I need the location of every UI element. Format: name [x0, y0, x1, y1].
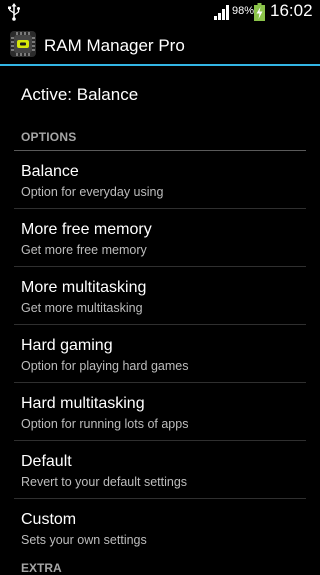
option-item-more-free-memory[interactable]: More free memory Get more free memory	[0, 209, 320, 267]
option-title: Balance	[21, 163, 79, 180]
options-section-header: OPTIONS	[21, 130, 77, 144]
option-title: Hard gaming	[21, 337, 113, 354]
option-subtitle: Get more free memory	[21, 243, 147, 257]
options-list: Balance Option for everyday using More f…	[0, 151, 320, 557]
option-title: More free memory	[21, 221, 152, 238]
option-subtitle: Revert to your default settings	[21, 475, 188, 489]
option-subtitle: Option for playing hard games	[21, 359, 189, 373]
option-item-custom[interactable]: Custom Sets your own settings	[0, 499, 320, 557]
option-item-hard-multitasking[interactable]: Hard multitasking Option for running lot…	[0, 383, 320, 441]
active-mode-label: Active: Balance	[21, 85, 139, 104]
option-item-balance[interactable]: Balance Option for everyday using	[0, 151, 320, 209]
option-subtitle: Sets your own settings	[21, 533, 147, 547]
option-subtitle: Option for running lots of apps	[21, 417, 189, 431]
option-title: Custom	[21, 511, 77, 528]
action-bar-divider	[0, 64, 320, 66]
next-section-header: EXTRA	[21, 561, 62, 575]
battery-percent: 98%	[232, 5, 255, 17]
clock: 16:02	[270, 1, 313, 20]
app-title: RAM Manager Pro	[44, 36, 185, 55]
battery-charging-icon	[254, 3, 265, 21]
usb-icon	[8, 3, 20, 21]
option-subtitle: Option for everyday using	[21, 185, 164, 199]
option-title: Hard multitasking	[21, 395, 145, 412]
option-item-default[interactable]: Default Revert to your default settings	[0, 441, 320, 499]
option-title: Default	[21, 453, 72, 470]
option-item-hard-gaming[interactable]: Hard gaming Option for playing hard game…	[0, 325, 320, 383]
option-item-more-multitasking[interactable]: More multitasking Get more multitasking	[0, 267, 320, 325]
option-subtitle: Get more multitasking	[21, 301, 143, 315]
option-title: More multitasking	[21, 279, 147, 296]
status-bar: 98% 16:02	[0, 0, 320, 24]
signal-icon	[214, 5, 229, 20]
ram-chip-icon[interactable]	[10, 31, 36, 57]
